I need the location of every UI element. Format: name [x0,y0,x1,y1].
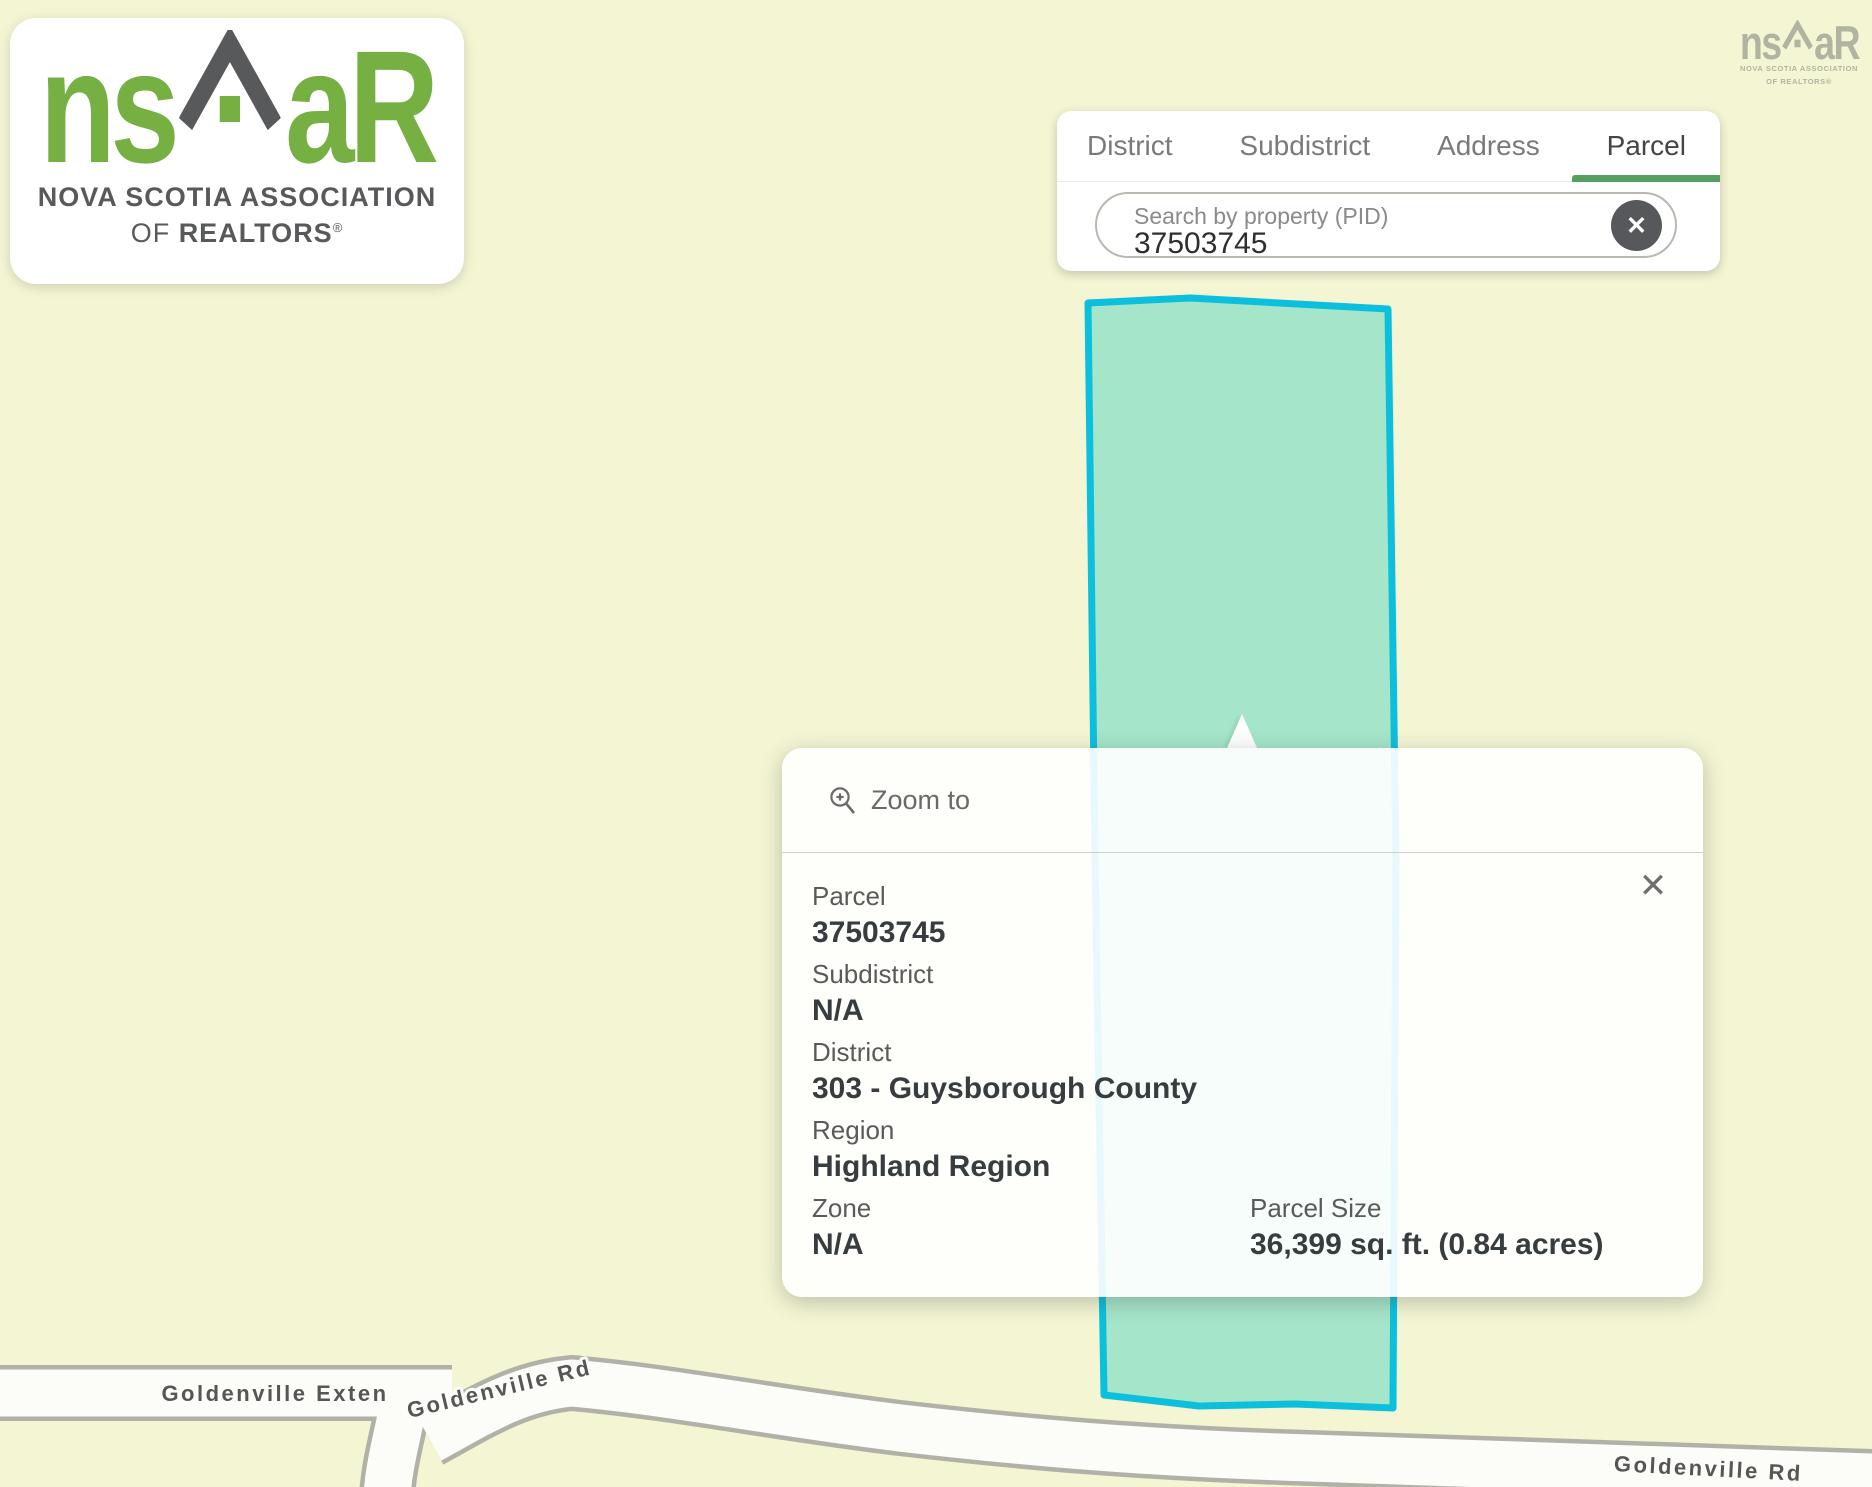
popup-pointer-notch [1227,714,1257,748]
field-value: 37503745 [812,913,1673,953]
tab-address[interactable]: Address [1437,130,1540,162]
field-region: Region Highland Region [812,1113,1673,1187]
zoom-to-label: Zoom to [871,785,970,816]
logo-letters-right: aR [285,49,434,164]
road-label: Goldenville Exten [161,1381,388,1406]
nsar-logo-card: ns aR NOVA SCOTIA ASSOCIATION OF REALTOR… [10,18,464,284]
nsar-logo: ns aR [40,44,434,164]
field-value: 303 - Guysborough County [812,1069,1673,1109]
field-label: Region [812,1113,1673,1147]
watermark-letters-right: aR [1814,26,1859,60]
parcel-info-popup: Zoom to ✕ Parcel 37503745 Subdistrict N/… [782,748,1703,1297]
parcel-details: Parcel 37503745 Subdistrict N/A District… [782,853,1703,1265]
field-label: District [812,1035,1673,1069]
search-input-label: Search by property (PID) [1134,203,1388,230]
watermark-letters-left: ns [1739,26,1780,60]
field-value: Highland Region [812,1147,1673,1187]
search-tabs: District Subdistrict Address Parcel [1057,111,1720,182]
zoom-to-icon [828,785,858,816]
field-parcel: Parcel 37503745 [812,879,1673,953]
house-roof-icon [179,30,280,130]
clear-search-button[interactable]: ✕ [1611,200,1662,251]
active-tab-underline [1572,175,1720,182]
tab-district[interactable]: District [1087,130,1173,162]
field-label: Parcel [812,879,1673,913]
field-value: N/A [812,991,1673,1031]
field-label: Parcel Size [1250,1191,1604,1225]
search-input[interactable] [1134,227,1554,261]
watermark-line2: OF REALTORS® [1766,77,1832,86]
field-subdistrict: Subdistrict N/A [812,957,1673,1031]
watermark-roof-icon [1782,20,1812,50]
tab-parcel[interactable]: Parcel [1607,130,1686,162]
zoom-to-button[interactable]: Zoom to [782,748,1703,853]
nsar-watermark-logo: ns aR NOVA SCOTIA ASSOCIATION OF REALTOR… [1731,24,1867,86]
association-name-line2: OF REALTORS® [131,218,344,249]
field-value: 36,399 sq. ft. (0.84 acres) [1250,1225,1604,1265]
tab-subdistrict[interactable]: Subdistrict [1239,130,1370,162]
field-label: Subdistrict [812,957,1673,991]
map-app: { "branding": { "word_left": "ns", "word… [0,0,1872,1487]
field-parcel-size: Parcel Size 36,399 sq. ft. (0.84 acres) [1250,1191,1604,1265]
field-district: District 303 - Guysborough County [812,1035,1673,1109]
search-panel: District Subdistrict Address Parcel Sear… [1057,111,1720,271]
logo-letters-left: ns [40,49,175,164]
pid-search-box: Search by property (PID) ✕ [1095,192,1677,258]
